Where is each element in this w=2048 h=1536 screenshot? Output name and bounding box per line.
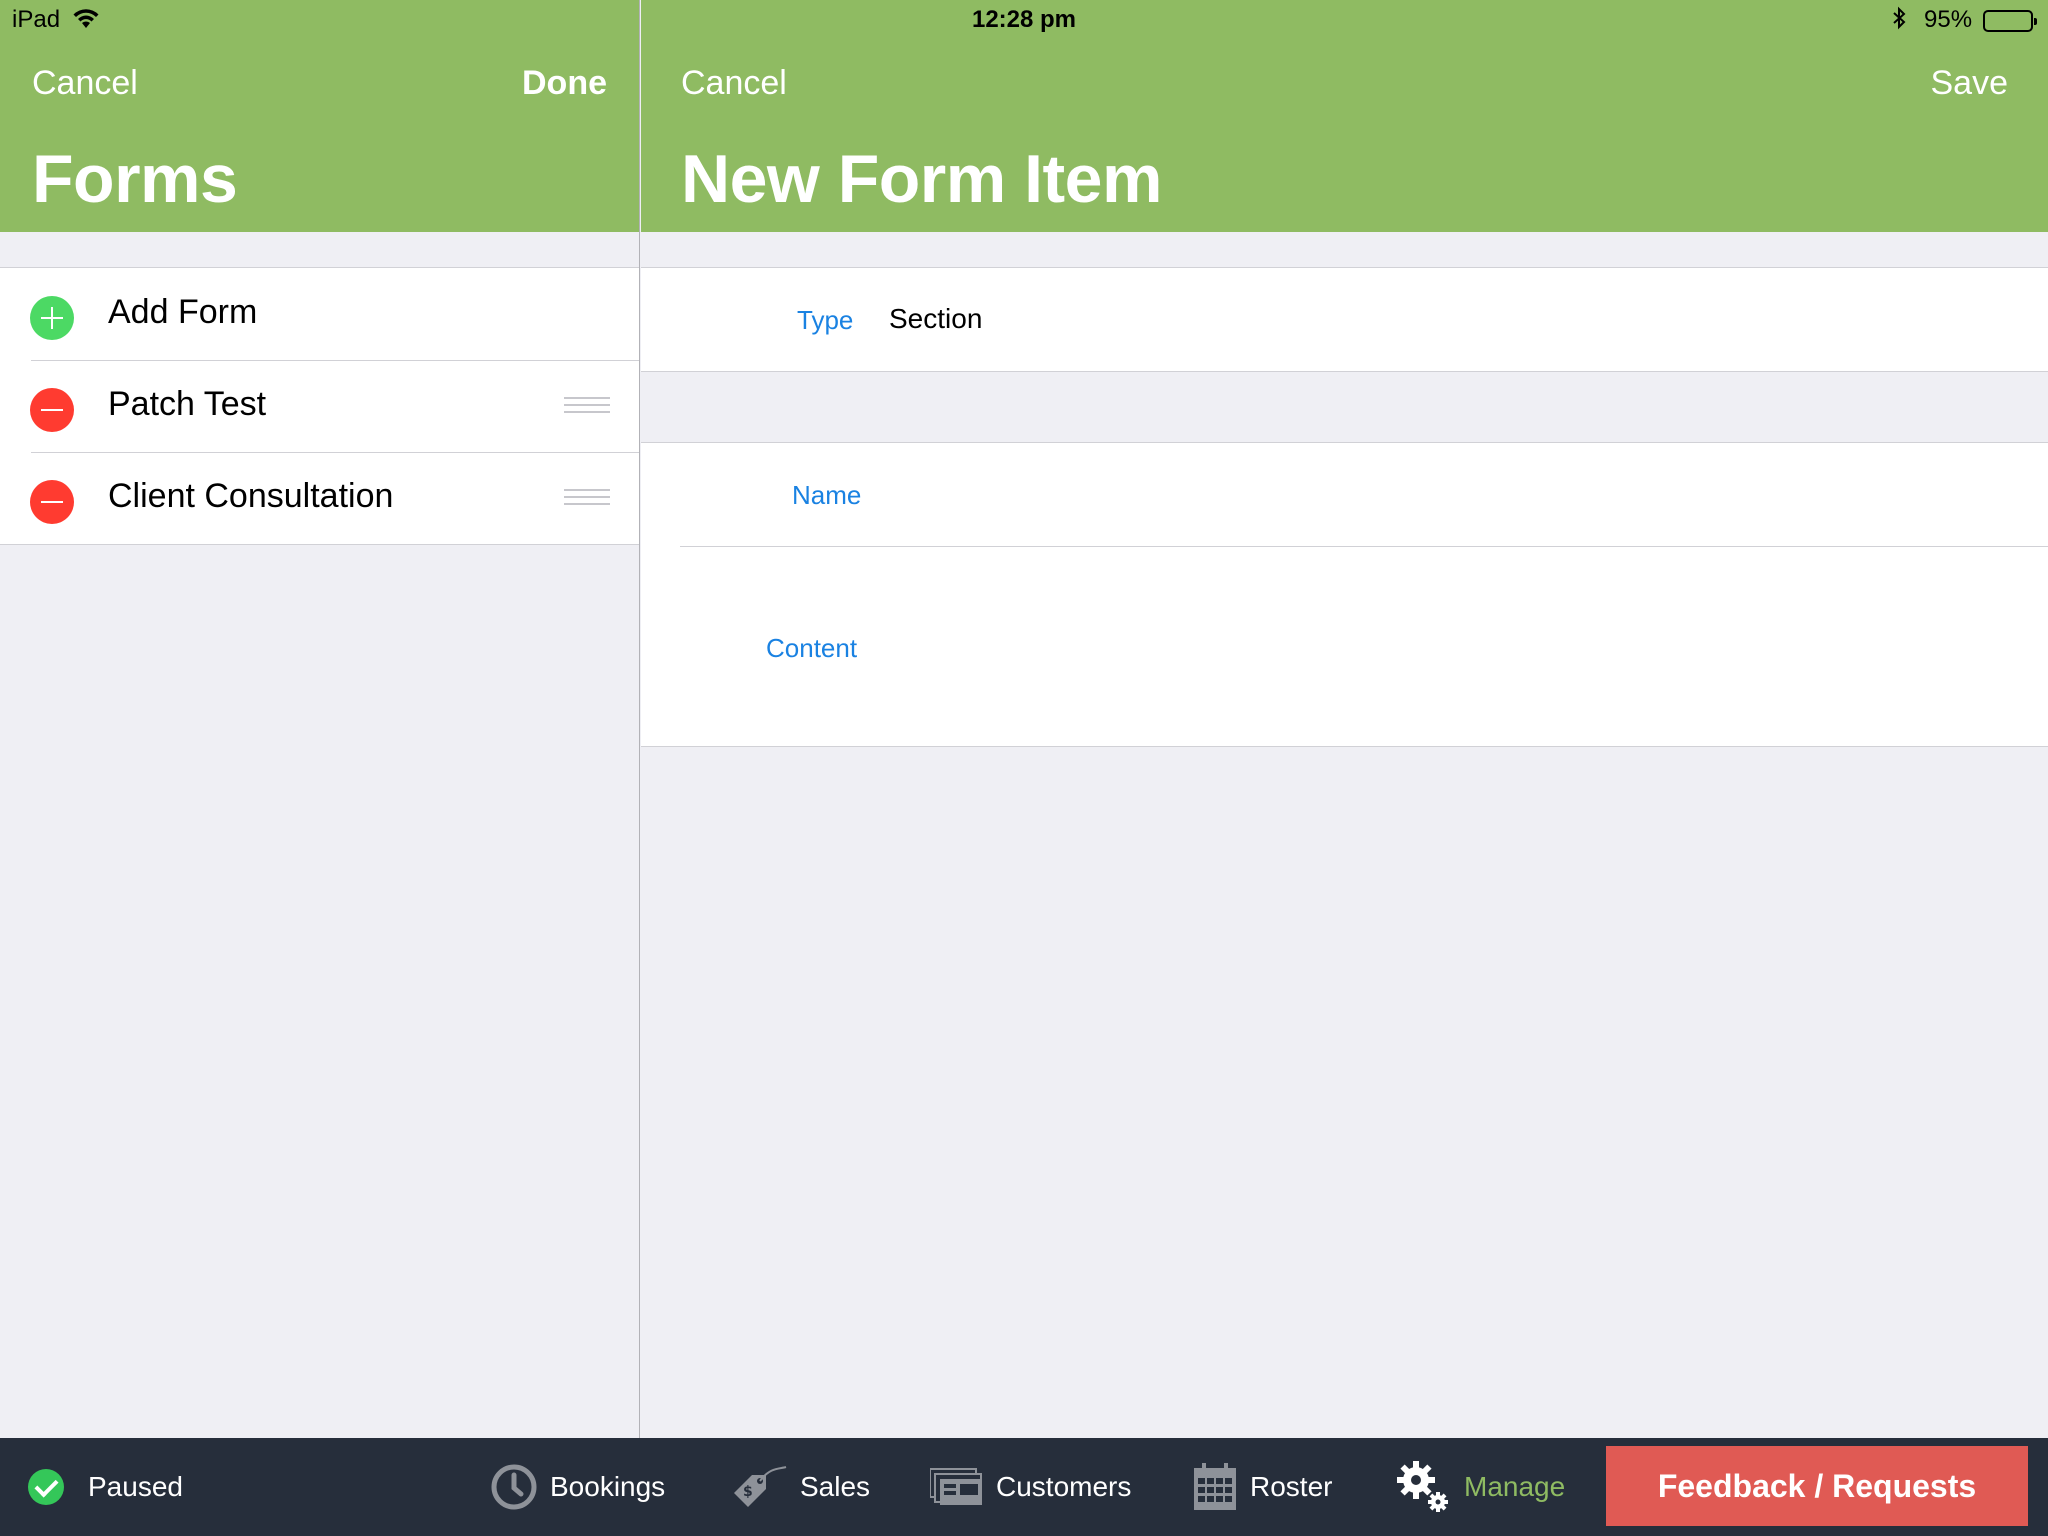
name-field[interactable]: Name — [641, 443, 2048, 546]
customers-icon — [930, 1467, 984, 1507]
type-value[interactable]: Section — [889, 303, 982, 335]
list-item-client-consultation[interactable]: Client Consultation — [0, 452, 639, 544]
reorder-handle-icon[interactable] — [564, 489, 610, 507]
cancel-button[interactable]: Cancel — [681, 64, 787, 103]
name-label: Name — [792, 480, 862, 510]
name-content-group: Name Content — [641, 442, 2048, 747]
tab-sales[interactable]: $ Sales — [730, 1438, 870, 1536]
check-circle-icon — [28, 1469, 64, 1505]
list-item-patch-test[interactable]: Patch Test — [0, 360, 639, 452]
tab-bookings[interactable]: Bookings — [490, 1438, 665, 1536]
remove-circle-icon[interactable] — [30, 388, 74, 432]
paused-status[interactable]: Paused — [28, 1438, 183, 1536]
forms-pane: Cancel Done Forms Add Form Patch Test Cl… — [0, 0, 640, 1438]
done-button[interactable]: Done — [522, 64, 607, 103]
list-item-label: Client Consultation — [108, 477, 394, 515]
price-tag-icon: $ — [730, 1463, 788, 1511]
paused-label: Paused — [88, 1471, 183, 1502]
status-time: 12:28 pm — [971, 6, 1077, 33]
cancel-button[interactable]: Cancel — [32, 64, 138, 103]
tab-manage[interactable]: Manage — [1394, 1438, 1565, 1536]
battery-percent: 95% — [1924, 6, 1973, 33]
remove-circle-icon[interactable] — [30, 480, 74, 524]
forms-list: Add Form Patch Test Client Consultation — [0, 267, 639, 545]
add-circle-icon[interactable] — [30, 296, 74, 340]
battery-icon — [1983, 10, 2037, 32]
feedback-requests-button[interactable]: Feedback / Requests — [1606, 1446, 2028, 1526]
page-title: Forms — [32, 141, 238, 217]
tab-customers[interactable]: Customers — [930, 1438, 1131, 1536]
tab-label: Manage — [1464, 1471, 1566, 1502]
calendar-icon — [1192, 1462, 1238, 1512]
page-title: New Form Item — [681, 141, 1162, 217]
tab-roster[interactable]: Roster — [1192, 1438, 1332, 1536]
form-item-pane: Cancel Save New Form Item Type Section N… — [641, 0, 2048, 1438]
reorder-handle-icon[interactable] — [564, 397, 610, 415]
content-field[interactable]: Content — [641, 547, 2048, 747]
svg-text:$: $ — [743, 1484, 753, 1500]
list-item-label: Add Form — [108, 293, 258, 331]
tab-label: Customers — [996, 1471, 1132, 1502]
save-button[interactable]: Save — [1931, 64, 2009, 103]
list-item-add-form[interactable]: Add Form — [0, 268, 639, 360]
bluetooth-icon — [1892, 6, 1906, 37]
gear-icon — [1394, 1458, 1452, 1516]
status-bar: iPad 12:28 pm 95% — [0, 0, 2048, 40]
type-row[interactable]: Type Section — [641, 267, 2048, 372]
tab-label: Bookings — [550, 1471, 666, 1502]
tab-label: Roster — [1250, 1471, 1333, 1502]
clock-icon — [490, 1463, 538, 1511]
content-label: Content — [766, 633, 858, 663]
type-label: Type — [797, 305, 854, 335]
list-item-label: Patch Test — [108, 385, 267, 423]
tab-label: Sales — [800, 1471, 871, 1502]
